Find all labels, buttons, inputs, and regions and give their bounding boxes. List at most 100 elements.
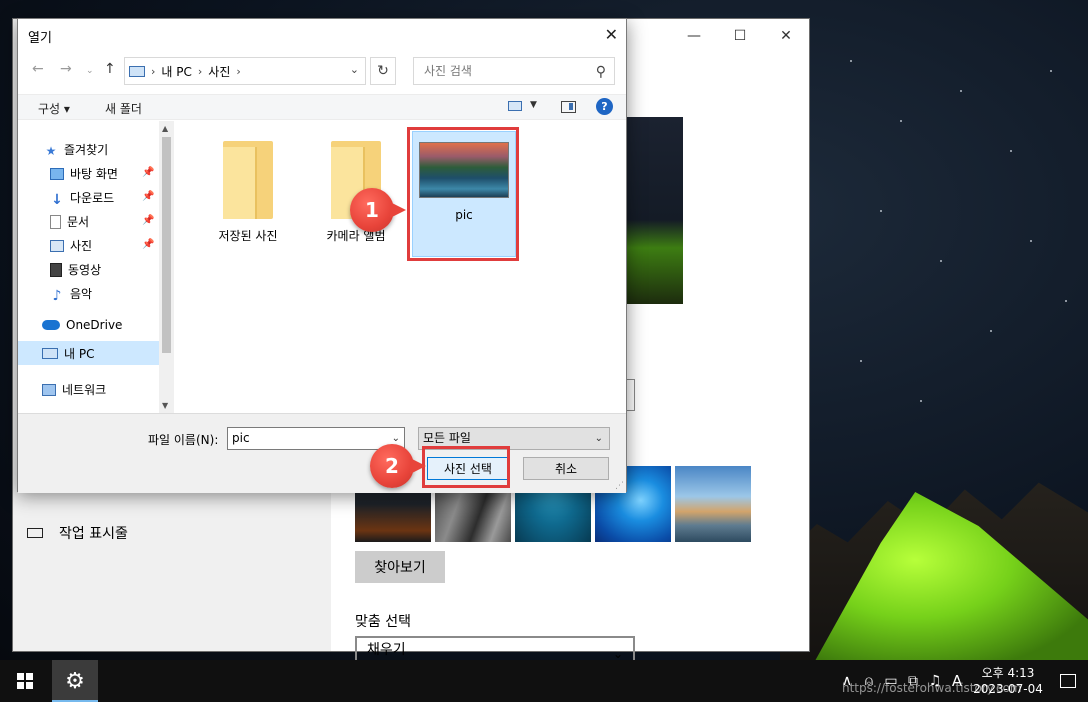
settings-nav-taskbar-label: 작업 표시줄 [59, 526, 128, 542]
file-name-value: pic [232, 431, 250, 445]
nav-item-label: 음악 [70, 287, 93, 301]
close-icon[interactable]: ✕ [605, 25, 618, 44]
taskbar-icon [27, 528, 43, 538]
highlight-frame [407, 127, 519, 261]
notification-icon[interactable] [1048, 674, 1088, 688]
scrollbar-thumb[interactable] [162, 137, 171, 353]
pin-icon: 📌 [142, 239, 155, 250]
dialog-footer: 파일 이름(N): pic ⌄ 모든 파일 ⌄ 사진 선택 취소 ⋰ [18, 413, 626, 493]
window-controls: — ☐ ✕ [671, 19, 809, 53]
music-icon: ♪ [52, 287, 62, 304]
view-options-icon[interactable] [508, 101, 522, 111]
step-callout: 2 [370, 444, 426, 488]
highlight-frame [422, 446, 510, 488]
file-type-value: 모든 파일 [423, 431, 471, 445]
file-name-label: 저장된 사진 [218, 229, 278, 243]
refresh-icon[interactable]: ↻ [370, 57, 396, 85]
file-name-label: 카메라 앨범 [326, 229, 386, 243]
pictures-icon [50, 239, 64, 252]
network-icon [42, 383, 56, 396]
fit-label: 맞춤 선택 [355, 614, 411, 630]
nav-item-label: 동영상 [68, 263, 102, 277]
start-button[interactable] [0, 660, 50, 702]
pc-icon [42, 347, 58, 359]
nav-item-downloads[interactable]: ↓ 다운로드 [50, 189, 115, 208]
search-icon: ⚲ [595, 64, 606, 80]
gear-icon: ⚙ [65, 668, 85, 694]
nav-item-desktop[interactable]: 바탕 화면 [50, 165, 118, 182]
recent-locations-icon[interactable]: ⌄ [86, 66, 94, 76]
nav-item-label: 내 PC [64, 346, 95, 361]
clock-time: 오후 4:13 [981, 666, 1035, 680]
nav-item-label: 네트워크 [62, 383, 107, 397]
preview-pane-icon[interactable] [561, 101, 576, 113]
search-input[interactable]: 사진 검색 ⚲ [413, 57, 615, 85]
pin-icon: 📌 [142, 167, 155, 178]
nav-item-label: 즐겨찾기 [64, 143, 109, 157]
pc-icon [129, 65, 145, 77]
folder-item[interactable]: 저장된 사진 [200, 141, 296, 244]
minimize-icon[interactable]: — [671, 19, 717, 53]
recent-image-thumbnail[interactable] [675, 466, 751, 542]
open-file-dialog: 열기 ✕ ← → ⌄ ↑ › 내 PC › 사진 › ⌄ ↻ 사진 검색 ⚲ 구… [17, 18, 627, 493]
breadcrumb-separator: › [151, 64, 156, 78]
pin-icon: 📌 [142, 215, 155, 226]
breadcrumb-separator: › [236, 64, 241, 78]
nav-item-this-pc[interactable]: 내 PC [18, 341, 159, 365]
settings-nav-taskbar[interactable]: 작업 표시줄 [27, 523, 128, 543]
nav-item-music[interactable]: ♪ 음악 [50, 285, 93, 304]
organize-label: 구성 [38, 102, 61, 116]
file-name-field-label: 파일 이름(N): [148, 433, 219, 447]
nav-item-label: 문서 [67, 215, 90, 229]
navigation-bar: ← → ⌄ ↑ › 내 PC › 사진 › ⌄ ↻ 사진 검색 ⚲ [18, 57, 626, 85]
breadcrumb-pictures[interactable]: 사진 [208, 63, 230, 80]
address-bar[interactable]: › 내 PC › 사진 › ⌄ [124, 57, 366, 85]
chevron-up-icon[interactable]: ▲ [162, 124, 168, 133]
folder-item[interactable]: 카메라 앨범 [308, 141, 404, 244]
step-callout: 1 [350, 188, 406, 232]
chevron-down-icon[interactable]: ▼ [530, 100, 537, 110]
nav-item-pictures[interactable]: 사진 [50, 237, 92, 254]
cloud-icon [42, 320, 60, 330]
new-folder-button[interactable]: 새 폴더 [105, 100, 142, 117]
resize-grip-icon[interactable]: ⋰ [615, 481, 624, 491]
nav-item-onedrive[interactable]: OneDrive [42, 318, 122, 332]
chevron-down-icon: ⌄ [594, 433, 603, 444]
pin-icon: 📌 [142, 191, 155, 202]
watermark-text: https://fosterohwa.tistory.com [842, 681, 1022, 695]
navigation-pane: ★ 즐겨찾기 바탕 화면 📌 ↓ 다운로드 📌 문서 📌 사진 📌 동영상 ♪ [18, 121, 174, 413]
dialog-title: 열기 [28, 31, 52, 46]
nav-item-network[interactable]: 네트워크 [42, 381, 106, 398]
file-name-input[interactable]: pic ⌄ [227, 427, 405, 450]
cancel-button[interactable]: 취소 [523, 457, 609, 480]
star-icon: ★ [45, 143, 57, 158]
download-icon: ↓ [51, 191, 63, 208]
organize-button[interactable]: 구성 ▾ [38, 100, 70, 117]
up-arrow-icon[interactable]: ↑ [104, 61, 116, 77]
breadcrumb-pc[interactable]: 내 PC [161, 63, 191, 80]
folder-icon [223, 141, 273, 219]
nav-item-label: 바탕 화면 [70, 167, 118, 181]
chevron-down-icon[interactable]: ▼ [162, 401, 168, 410]
nav-item-label: 사진 [70, 239, 93, 253]
chevron-down-icon[interactable]: ⌄ [350, 63, 359, 76]
windows-logo-icon [17, 673, 33, 689]
forward-arrow-icon[interactable]: → [60, 61, 72, 77]
nav-item-label: OneDrive [66, 318, 123, 332]
maximize-icon[interactable]: ☐ [717, 19, 763, 53]
settings-taskbar-button[interactable]: ⚙ [52, 660, 98, 702]
nav-item-label: 다운로드 [70, 191, 115, 205]
back-arrow-icon[interactable]: ← [32, 61, 44, 77]
help-icon[interactable]: ? [596, 98, 613, 115]
close-icon[interactable]: ✕ [763, 19, 809, 53]
nav-item-favorites[interactable]: ★ 즐겨찾기 [44, 141, 109, 158]
navigation-scrollbar[interactable]: ▲ ▼ [159, 121, 174, 413]
command-bar: 구성 ▾ 새 폴더 ▼ ? [18, 94, 626, 120]
document-icon [50, 214, 61, 229]
nav-item-documents[interactable]: 문서 [50, 213, 89, 230]
browse-button[interactable]: 찾아보기 [355, 551, 445, 583]
video-icon [50, 262, 62, 277]
breadcrumb-separator: › [197, 64, 203, 78]
search-placeholder: 사진 검색 [424, 64, 472, 78]
nav-item-videos[interactable]: 동영상 [50, 261, 101, 278]
